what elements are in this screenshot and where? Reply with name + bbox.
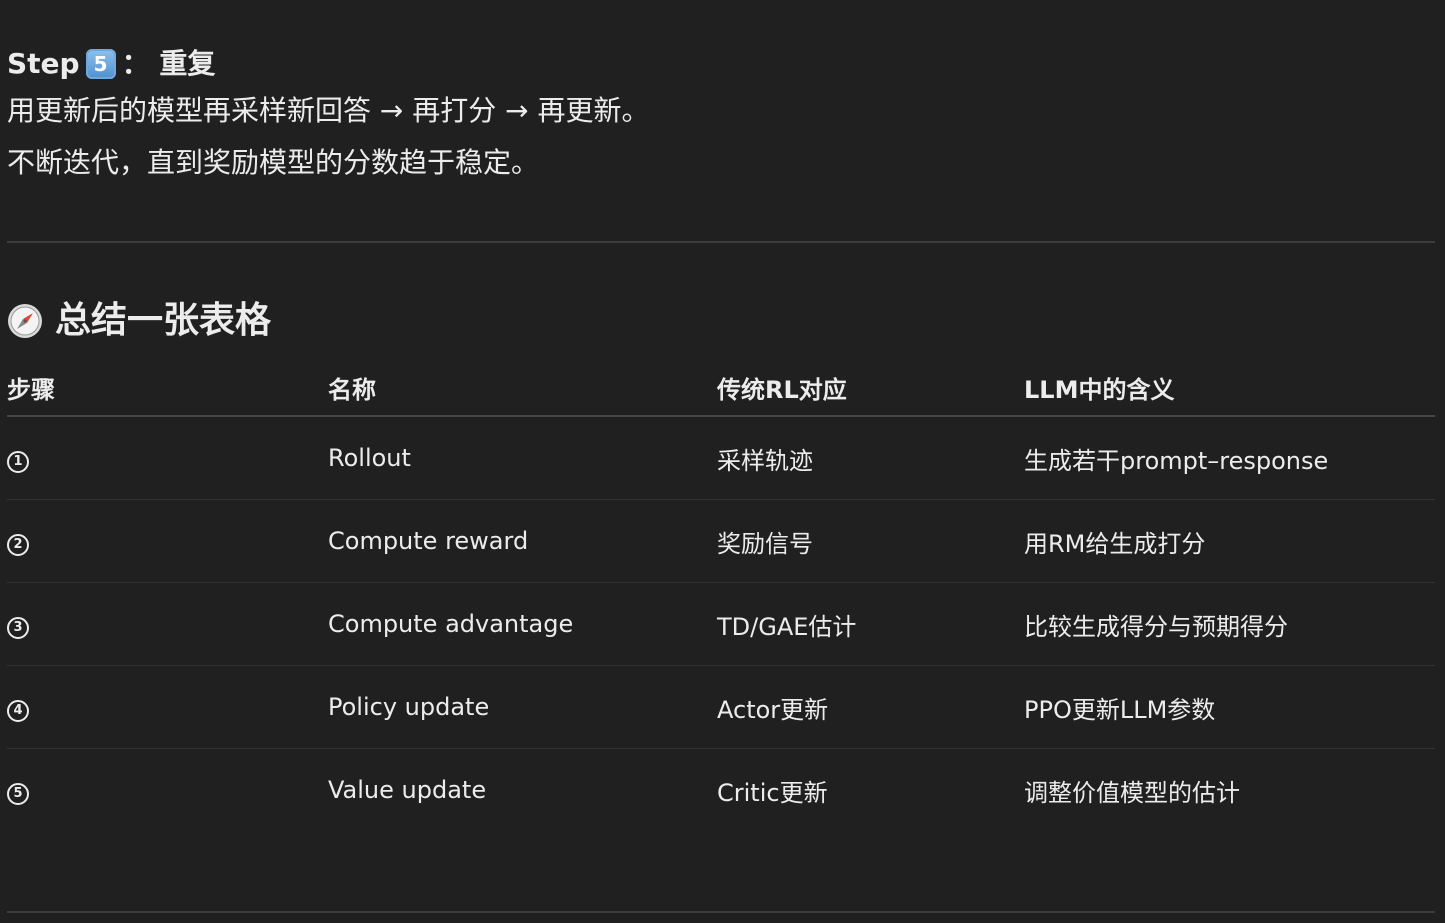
- header-llm-meaning: LLM中的含义: [1024, 360, 1435, 417]
- cell-rl: Critic更新: [717, 778, 828, 807]
- circled-number-icon: 2: [7, 534, 29, 556]
- header-step: 步骤: [7, 360, 328, 417]
- cell-llm: 生成若干prompt–response: [1024, 416, 1435, 500]
- table-row: 5 Value update Critic更新 调整价值模型的估计: [7, 749, 1435, 832]
- step-heading-prefix: Step: [7, 47, 80, 80]
- circled-number-icon: 3: [7, 617, 29, 639]
- circled-number-icon: 4: [7, 700, 29, 722]
- cell-rl: 奖励信号: [717, 499, 1024, 583]
- paragraph-repeat-description: 用更新后的模型再采样新回答 → 再打分 → 再更新。: [7, 94, 650, 127]
- keycap-five-icon: 5: [85, 49, 116, 79]
- table-row: 4 Policy update Actor更新 PPO更新LLM参数: [7, 665, 1435, 749]
- cell-llm: 比较生成得分与预期得分: [1024, 582, 1435, 666]
- paragraph-iterate-description: 不断迭代，直到奖励模型的分数趋于稳定。: [7, 146, 540, 179]
- cell-rl: Actor更新: [717, 665, 1024, 749]
- table-row: 3 Compute advantage TD/GAE估计 比较生成得分与预期得分: [7, 582, 1435, 666]
- step-heading-title: ： 重复: [121, 47, 216, 80]
- horizontal-divider: [7, 241, 1435, 243]
- cell-rl: 采样轨迹: [717, 416, 1024, 500]
- table-row: 2 Compute reward 奖励信号 用RM给生成打分: [7, 499, 1435, 583]
- header-traditional-rl: 传统RL对应: [717, 360, 1024, 417]
- section-title: 总结一张表格: [55, 300, 272, 341]
- section-heading: 总结一张表格: [7, 298, 271, 344]
- table-header-row: 步骤 名称 传统RL对应 LLM中的含义: [7, 360, 1435, 417]
- step-heading: Step 5 ： 重复: [7, 44, 215, 84]
- circled-number-icon: 5: [7, 783, 29, 805]
- compass-icon: [8, 304, 42, 338]
- table-row: 1 Rollout 采样轨迹 生成若干prompt–response: [7, 416, 1435, 500]
- cell-name: Rollout: [328, 416, 717, 500]
- circled-number-icon: 1: [7, 451, 29, 473]
- cell-llm: PPO更新LLM参数: [1024, 665, 1435, 749]
- horizontal-divider-bottom: [7, 911, 1435, 913]
- cell-llm: 调整价值模型的估计: [1024, 778, 1240, 807]
- cell-name: Compute reward: [328, 499, 717, 583]
- header-name: 名称: [328, 360, 717, 417]
- cell-name: Value update: [328, 776, 487, 804]
- cell-name: Policy update: [328, 665, 717, 749]
- cell-llm: 用RM给生成打分: [1024, 499, 1435, 583]
- cell-name: Compute advantage: [328, 582, 717, 666]
- summary-table: 步骤 名称 传统RL对应 LLM中的含义 1 Rollout 采样轨迹 生成若干…: [7, 360, 1435, 831]
- cell-rl: TD/GAE估计: [717, 582, 1024, 666]
